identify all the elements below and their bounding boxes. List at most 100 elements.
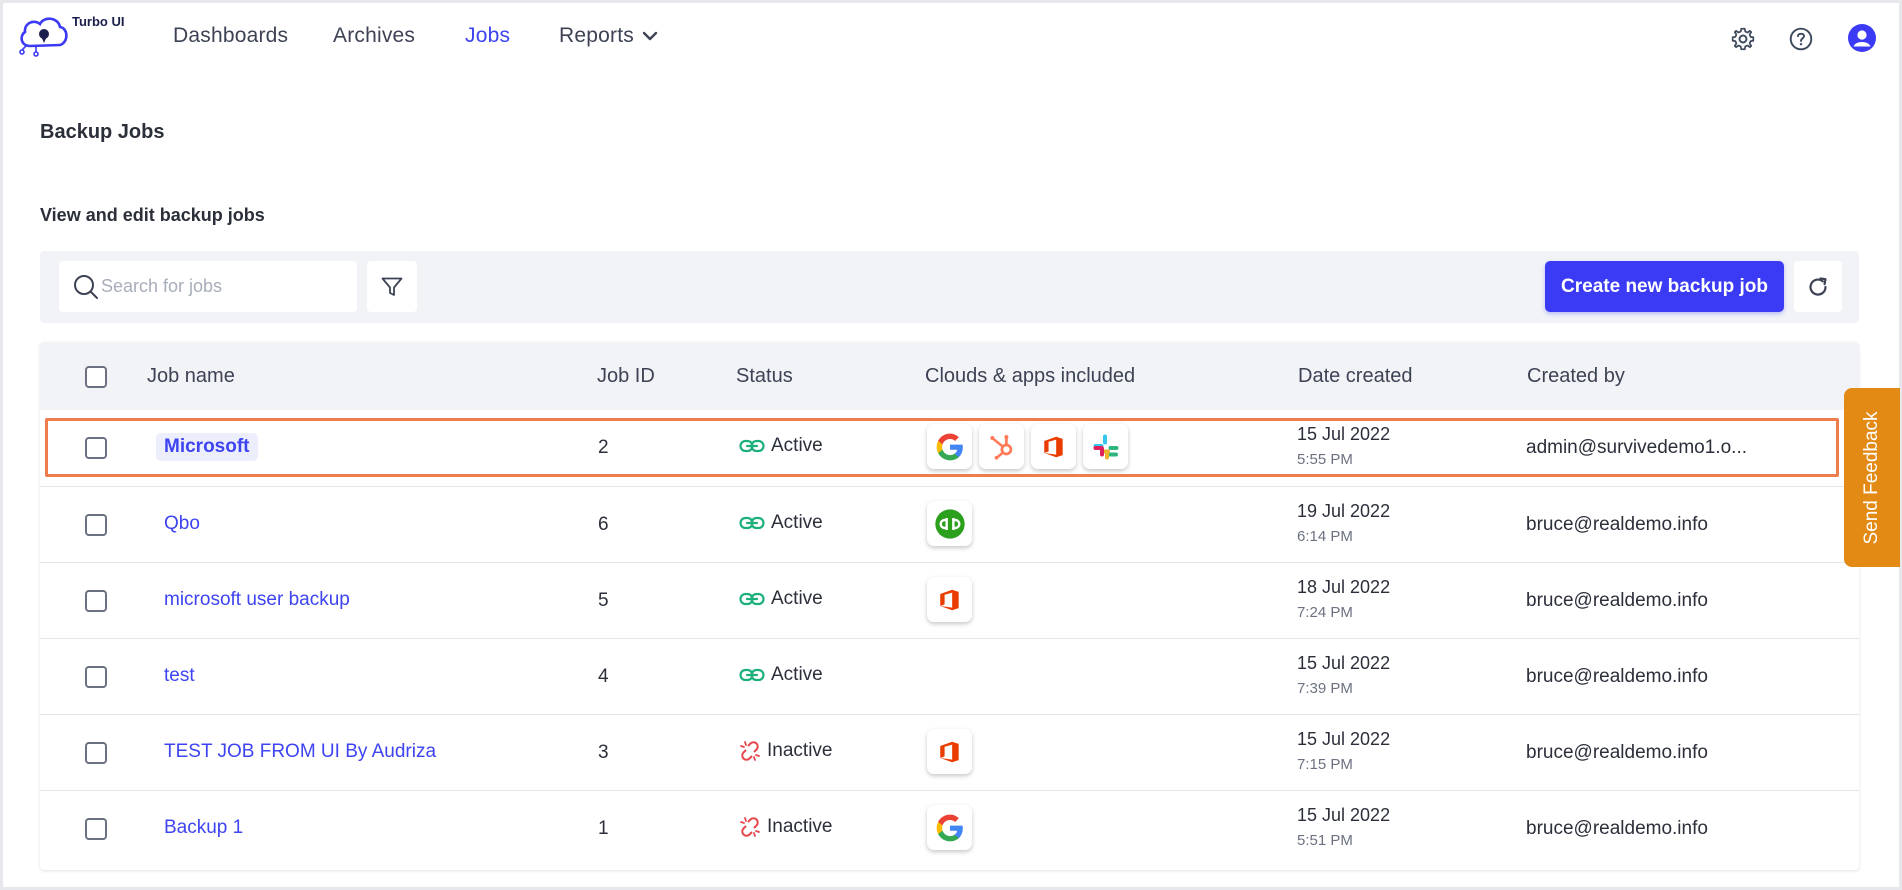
nav-archives[interactable]: Archives: [333, 24, 415, 48]
col-status[interactable]: Status: [736, 365, 793, 388]
job-status: Active: [739, 512, 823, 534]
row-checkbox[interactable]: [85, 742, 107, 764]
job-name-link[interactable]: test: [156, 662, 203, 690]
table-row[interactable]: TEST JOB FROM UI By Audriza 3 Inactive 1…: [40, 714, 1859, 790]
job-name-link[interactable]: Backup 1: [156, 814, 251, 842]
jobs-toolbar: Create new backup job: [40, 251, 1859, 323]
quickbooks-app-icon: [927, 501, 972, 546]
date-created: 15 Jul 2022 7:39 PM: [1297, 653, 1390, 697]
date-created: 15 Jul 2022 5:55 PM: [1297, 424, 1390, 468]
refresh-button[interactable]: [1794, 261, 1842, 312]
backup-jobs-table: Job name Job ID Status Clouds & apps inc…: [40, 342, 1859, 870]
cloud-logo-icon: [19, 17, 68, 57]
filter-icon: [381, 277, 403, 296]
col-created-by[interactable]: Created by: [1527, 365, 1625, 388]
nav-reports-label: Reports: [559, 24, 634, 47]
select-all-checkbox[interactable]: [85, 366, 107, 388]
job-id: 4: [598, 666, 609, 687]
job-status: Active: [739, 664, 823, 686]
link-icon: [739, 438, 765, 454]
date-value: 15 Jul 2022: [1297, 653, 1391, 673]
search-icon: [74, 275, 98, 299]
refresh-icon: [1809, 276, 1827, 296]
status-text: Active: [771, 512, 823, 533]
col-clouds-apps[interactable]: Clouds & apps included: [925, 365, 1135, 388]
date-created: 15 Jul 2022 7:15 PM: [1297, 729, 1390, 773]
created-by: bruce@realdemo.info: [1526, 514, 1708, 535]
row-checkbox[interactable]: [85, 818, 107, 840]
top-header: Turbo UI Dashboards Archives Jobs Report…: [0, 0, 1902, 78]
col-date-created[interactable]: Date created: [1298, 365, 1413, 388]
job-name-link[interactable]: microsoft user backup: [156, 586, 358, 614]
apps-included: [927, 501, 972, 546]
col-job-name[interactable]: Job name: [147, 365, 235, 388]
send-feedback-tab[interactable]: Send Feedback: [1844, 388, 1900, 567]
google-app-icon: [927, 805, 972, 850]
apps-included: [927, 424, 1128, 469]
link-icon: [739, 591, 765, 607]
status-text: Active: [771, 588, 823, 609]
created-by: bruce@realdemo.info: [1526, 818, 1708, 839]
table-row[interactable]: microsoft user backup 5 Active 18 Jul 20…: [40, 562, 1859, 638]
job-id: 2: [598, 437, 609, 458]
date-value: 15 Jul 2022: [1297, 729, 1391, 749]
nav-reports[interactable]: Reports: [559, 24, 658, 48]
row-checkbox[interactable]: [85, 590, 107, 612]
user-avatar-icon[interactable]: [1848, 24, 1876, 52]
date-value: 19 Jul 2022: [1297, 501, 1391, 521]
brand-logo[interactable]: Turbo UI: [16, 12, 136, 62]
search-box: [59, 261, 357, 312]
table-header: Job name Job ID Status Clouds & apps inc…: [40, 342, 1859, 410]
status-text: Active: [771, 664, 823, 685]
date-created: 19 Jul 2022 6:14 PM: [1297, 501, 1390, 545]
link-icon: [739, 667, 765, 683]
office-app-icon: [1031, 424, 1076, 469]
table-row[interactable]: Qbo 6 Active 19 Jul 2022 6:14 PM bruce@r…: [40, 486, 1859, 562]
job-name-link[interactable]: TEST JOB FROM UI By Audriza: [156, 738, 444, 766]
job-status: Inactive: [739, 740, 832, 762]
table-row[interactable]: Microsoft 2 Active 15 Jul 2022 5:55 PM a…: [40, 410, 1859, 486]
created-by: admin@survivedemo1.o...: [1526, 437, 1747, 458]
job-name-link[interactable]: Microsoft: [156, 433, 258, 461]
filter-button[interactable]: [367, 261, 417, 312]
row-checkbox[interactable]: [85, 666, 107, 688]
broken-link-icon: [739, 816, 761, 838]
row-checkbox[interactable]: [85, 437, 107, 459]
nav-jobs[interactable]: Jobs: [465, 24, 510, 48]
table-row[interactable]: Backup 1 1 Inactive 15 Jul 2022 5:51 PM …: [40, 790, 1859, 866]
hubspot-app-icon: [979, 424, 1024, 469]
date-value: 18 Jul 2022: [1297, 577, 1391, 597]
search-input[interactable]: [101, 261, 341, 312]
create-backup-job-button[interactable]: Create new backup job: [1545, 261, 1784, 312]
time-value: 5:55 PM: [1297, 451, 1353, 468]
created-by: bruce@realdemo.info: [1526, 666, 1708, 687]
apps-included: [927, 577, 972, 622]
status-text: Inactive: [767, 740, 833, 761]
page-title: Backup Jobs: [40, 121, 165, 143]
job-name-link[interactable]: Qbo: [156, 510, 208, 538]
job-id: 3: [598, 742, 609, 763]
gear-icon[interactable]: [1730, 26, 1756, 52]
job-status: Active: [739, 588, 823, 610]
office-app-icon: [927, 577, 972, 622]
row-checkbox[interactable]: [85, 514, 107, 536]
created-by: bruce@realdemo.info: [1526, 742, 1708, 763]
date-created: 15 Jul 2022 5:51 PM: [1297, 805, 1390, 849]
col-job-id[interactable]: Job ID: [597, 365, 655, 388]
time-value: 7:24 PM: [1297, 604, 1353, 621]
office-app-icon: [927, 729, 972, 774]
page-subtitle: View and edit backup jobs: [40, 205, 265, 225]
date-value: 15 Jul 2022: [1297, 424, 1391, 444]
time-value: 6:14 PM: [1297, 528, 1353, 545]
date-value: 15 Jul 2022: [1297, 805, 1391, 825]
help-icon[interactable]: [1788, 26, 1814, 52]
nav-dashboards[interactable]: Dashboards: [173, 24, 288, 48]
table-row[interactable]: test 4 Active 15 Jul 2022 7:39 PM bruce@…: [40, 638, 1859, 714]
link-icon: [739, 515, 765, 531]
brand-name: Turbo UI: [72, 14, 125, 29]
chevron-down-icon: [642, 31, 658, 41]
job-id: 6: [598, 514, 609, 535]
send-feedback-label: Send Feedback: [1861, 410, 1882, 545]
date-created: 18 Jul 2022 7:24 PM: [1297, 577, 1390, 621]
created-by: bruce@realdemo.info: [1526, 590, 1708, 611]
